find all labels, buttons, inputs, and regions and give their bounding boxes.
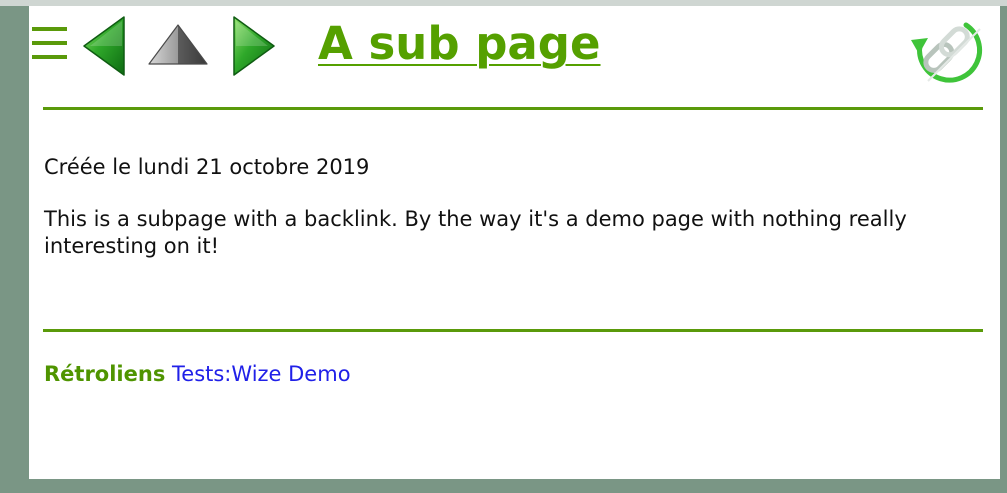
backlinks-label: Rétroliens [44,362,166,386]
page-title: A sub page [318,17,601,70]
up-arrow-icon[interactable] [147,23,209,66]
forward-arrow-icon[interactable] [232,15,276,77]
link-refresh-icon[interactable] [908,11,986,85]
wiki-page: A sub page Créée le lundi 21 octobre 201… [29,6,1000,479]
backlinks-section: Rétroliens Tests:Wize Demo [44,361,351,388]
back-arrow-icon[interactable] [82,15,126,77]
creation-date: Créée le lundi 21 octobre 2019 [44,155,370,179]
backlink-tests-wize-demo[interactable]: Tests:Wize Demo [172,362,351,386]
page-body-text: This is a subpage with a backlink. By th… [44,207,907,258]
footer-divider [43,329,983,332]
navigation-toolbar: A sub page [29,6,1000,96]
hamburger-menu-icon[interactable] [32,26,68,60]
header-divider [43,107,983,110]
page-content: Créée le lundi 21 octobre 2019 This is a… [44,154,979,260]
